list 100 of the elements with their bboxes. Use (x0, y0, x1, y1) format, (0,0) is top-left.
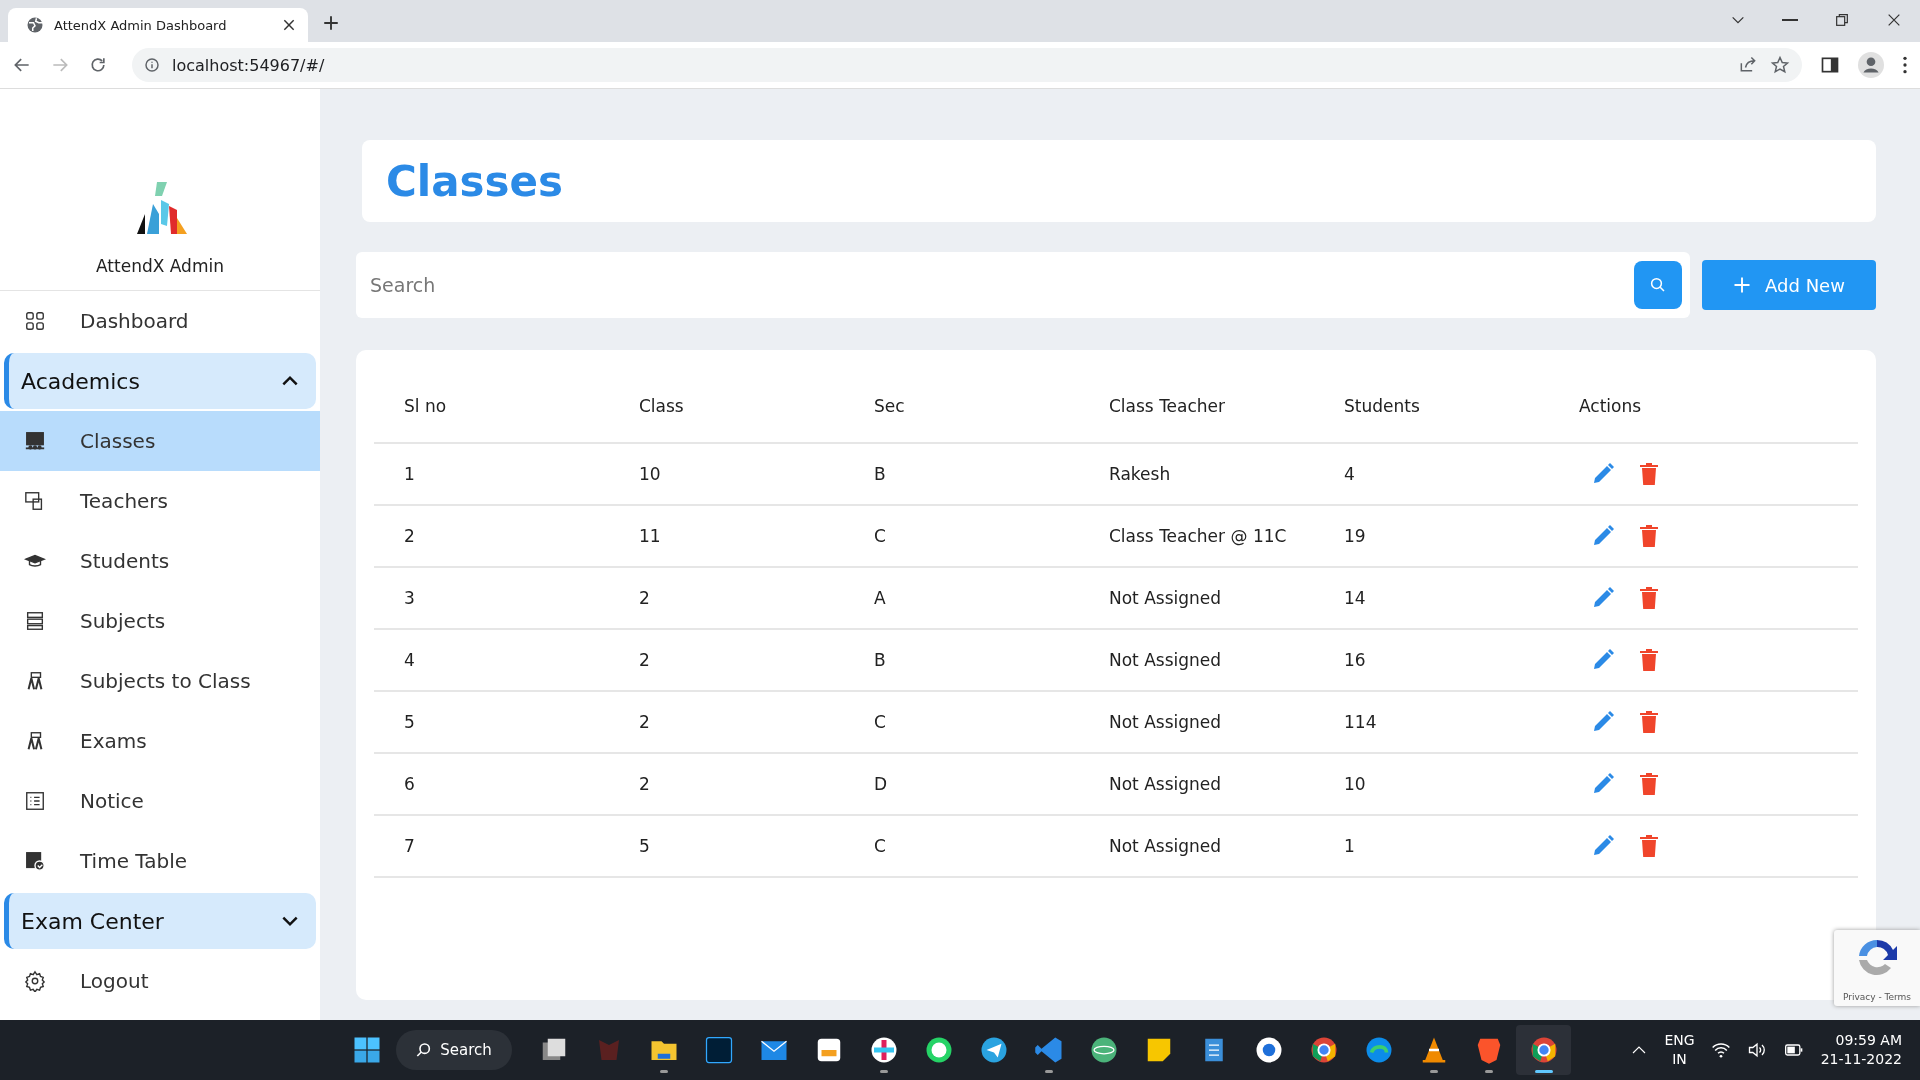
edit-icon[interactable] (1591, 462, 1615, 486)
table-cell-text: 1 (1344, 836, 1356, 856)
table-cell-text: D (874, 774, 889, 794)
table-cell-text: 4 (1344, 464, 1356, 484)
table-cell-text: C (874, 836, 887, 856)
table-cell-text: 3 (404, 588, 416, 608)
sidebar-item[interactable]: Students (0, 531, 320, 591)
star-icon (1770, 55, 1790, 75)
delete-icon[interactable] (1639, 772, 1659, 796)
tab-title: AttendX Admin Dashboard (54, 17, 228, 33)
table-cell-text: 2 (404, 526, 416, 546)
table-cell-text: 2 (639, 712, 651, 732)
edit-icon[interactable] (1591, 834, 1615, 858)
delete-icon[interactable] (1639, 710, 1659, 734)
language-indicator[interactable]: ENG IN (1664, 1031, 1695, 1069)
table-cell-text: Not Assigned (1109, 774, 1223, 794)
column-header: Students (1344, 396, 1421, 416)
close-icon (1886, 12, 1902, 28)
table-cell-text: 1 (404, 464, 416, 484)
share-icon (1738, 55, 1758, 75)
reload-icon (88, 55, 108, 75)
side-panel-icon (1820, 55, 1840, 75)
delete-icon[interactable] (1639, 648, 1659, 672)
ps-app-icon (703, 1035, 734, 1065)
sidebar-item[interactable]: Time Table (0, 831, 320, 891)
browser-tab[interactable]: AttendX Admin Dashboard (8, 8, 308, 42)
column-header: Actions (1579, 396, 1643, 416)
table-cell-text: 19 (1344, 526, 1367, 546)
wifi-icon (1710, 1040, 1731, 1060)
edit-icon[interactable] (1591, 586, 1615, 610)
column-header: Sl no (404, 396, 448, 416)
time-text: 09:59 AM (1835, 1031, 1902, 1050)
delete-icon[interactable] (1639, 834, 1659, 858)
delete-icon[interactable] (1639, 462, 1659, 486)
table-cell-text: 5 (404, 712, 416, 732)
profile-icon (1858, 52, 1884, 78)
search-icon (1649, 276, 1667, 294)
sidebar-item[interactable]: Dashboard (0, 291, 320, 351)
table-cell-text: B (874, 464, 887, 484)
table-cell-text: 2 (639, 650, 651, 670)
list-icon (24, 790, 46, 812)
table-cell-text: 10 (1344, 774, 1367, 794)
edit-icon[interactable] (1591, 648, 1615, 672)
sidebar-item[interactable]: Exams (0, 711, 320, 771)
sidebar-item[interactable]: Teachers (0, 471, 320, 531)
delete-icon[interactable] (1639, 586, 1659, 610)
page-title: Classes (362, 140, 1876, 222)
table-cell-text: 11 (639, 526, 662, 546)
books-icon (24, 610, 46, 632)
edit-icon[interactable] (1591, 772, 1615, 796)
column-header: Class Teacher (1109, 396, 1227, 416)
taskbar-app[interactable] (1516, 1025, 1571, 1075)
table-cell-text: 7 (404, 836, 416, 856)
clock[interactable]: 09:59 AM 21-11-2022 (1820, 1031, 1902, 1069)
language-text: ENG (1664, 1031, 1695, 1050)
table-cell-text: 14 (1344, 588, 1367, 608)
sidebar-item[interactable]: Classes (0, 411, 320, 471)
sidebar-group-header[interactable]: Academics (4, 353, 316, 409)
sidebar-item[interactable]: Subjects to Class (0, 651, 320, 711)
dashboard-icon (24, 310, 46, 332)
sidebar-group-header[interactable]: Exam Center (4, 893, 316, 949)
code-editor-icon (1033, 1035, 1064, 1065)
table-cell-text: Not Assigned (1109, 650, 1223, 670)
close-icon (282, 18, 296, 32)
speaker-icon (1746, 1040, 1767, 1060)
privacy-terms-link[interactable]: Privacy - Terms (1842, 992, 1912, 1002)
table-cell-text: C (874, 712, 887, 732)
sidebar-item[interactable]: Notice (0, 771, 320, 831)
table-cell-text: Not Assigned (1109, 836, 1223, 856)
address-bar[interactable]: localhost:54967/#/ (132, 48, 1802, 82)
brand-name: AttendX Admin (96, 256, 224, 276)
table-cell-text: Class Teacher @ 11C (1109, 526, 1288, 546)
taskbar-search[interactable]: Search (396, 1030, 512, 1070)
search-field[interactable]: Search (356, 273, 1634, 297)
column-header: Class (639, 396, 685, 416)
delete-icon[interactable] (1639, 524, 1659, 548)
search-icon (416, 1042, 433, 1058)
sidebar-item[interactable]: Logout (0, 951, 320, 1011)
edit-icon[interactable] (1591, 710, 1615, 734)
new-tab-icon (322, 14, 340, 32)
table-cell-text: 2 (639, 774, 651, 794)
menu-icon (1902, 55, 1908, 75)
settings-icon (24, 970, 46, 992)
restore-icon (1834, 12, 1850, 28)
table-cell-text: Rakesh (1109, 464, 1172, 484)
windows-icon (352, 1035, 382, 1065)
table-cell-text: B (874, 650, 887, 670)
search-button[interactable] (1634, 261, 1682, 309)
edit-icon[interactable] (1591, 524, 1615, 548)
sidebar-item[interactable]: Subjects (0, 591, 320, 651)
table-cell-text: C (874, 526, 887, 546)
globe-icon (26, 16, 44, 34)
search-box[interactable]: Search (356, 252, 1690, 318)
table-cell-text: 5 (639, 836, 651, 856)
region-text: IN (1672, 1050, 1687, 1069)
date-text: 21-11-2022 (1820, 1050, 1902, 1069)
column-header: Sec (874, 396, 906, 416)
table-cell-text: 114 (1344, 712, 1378, 732)
whiteboard-icon (24, 430, 46, 452)
table-cell-text: 6 (404, 774, 416, 794)
